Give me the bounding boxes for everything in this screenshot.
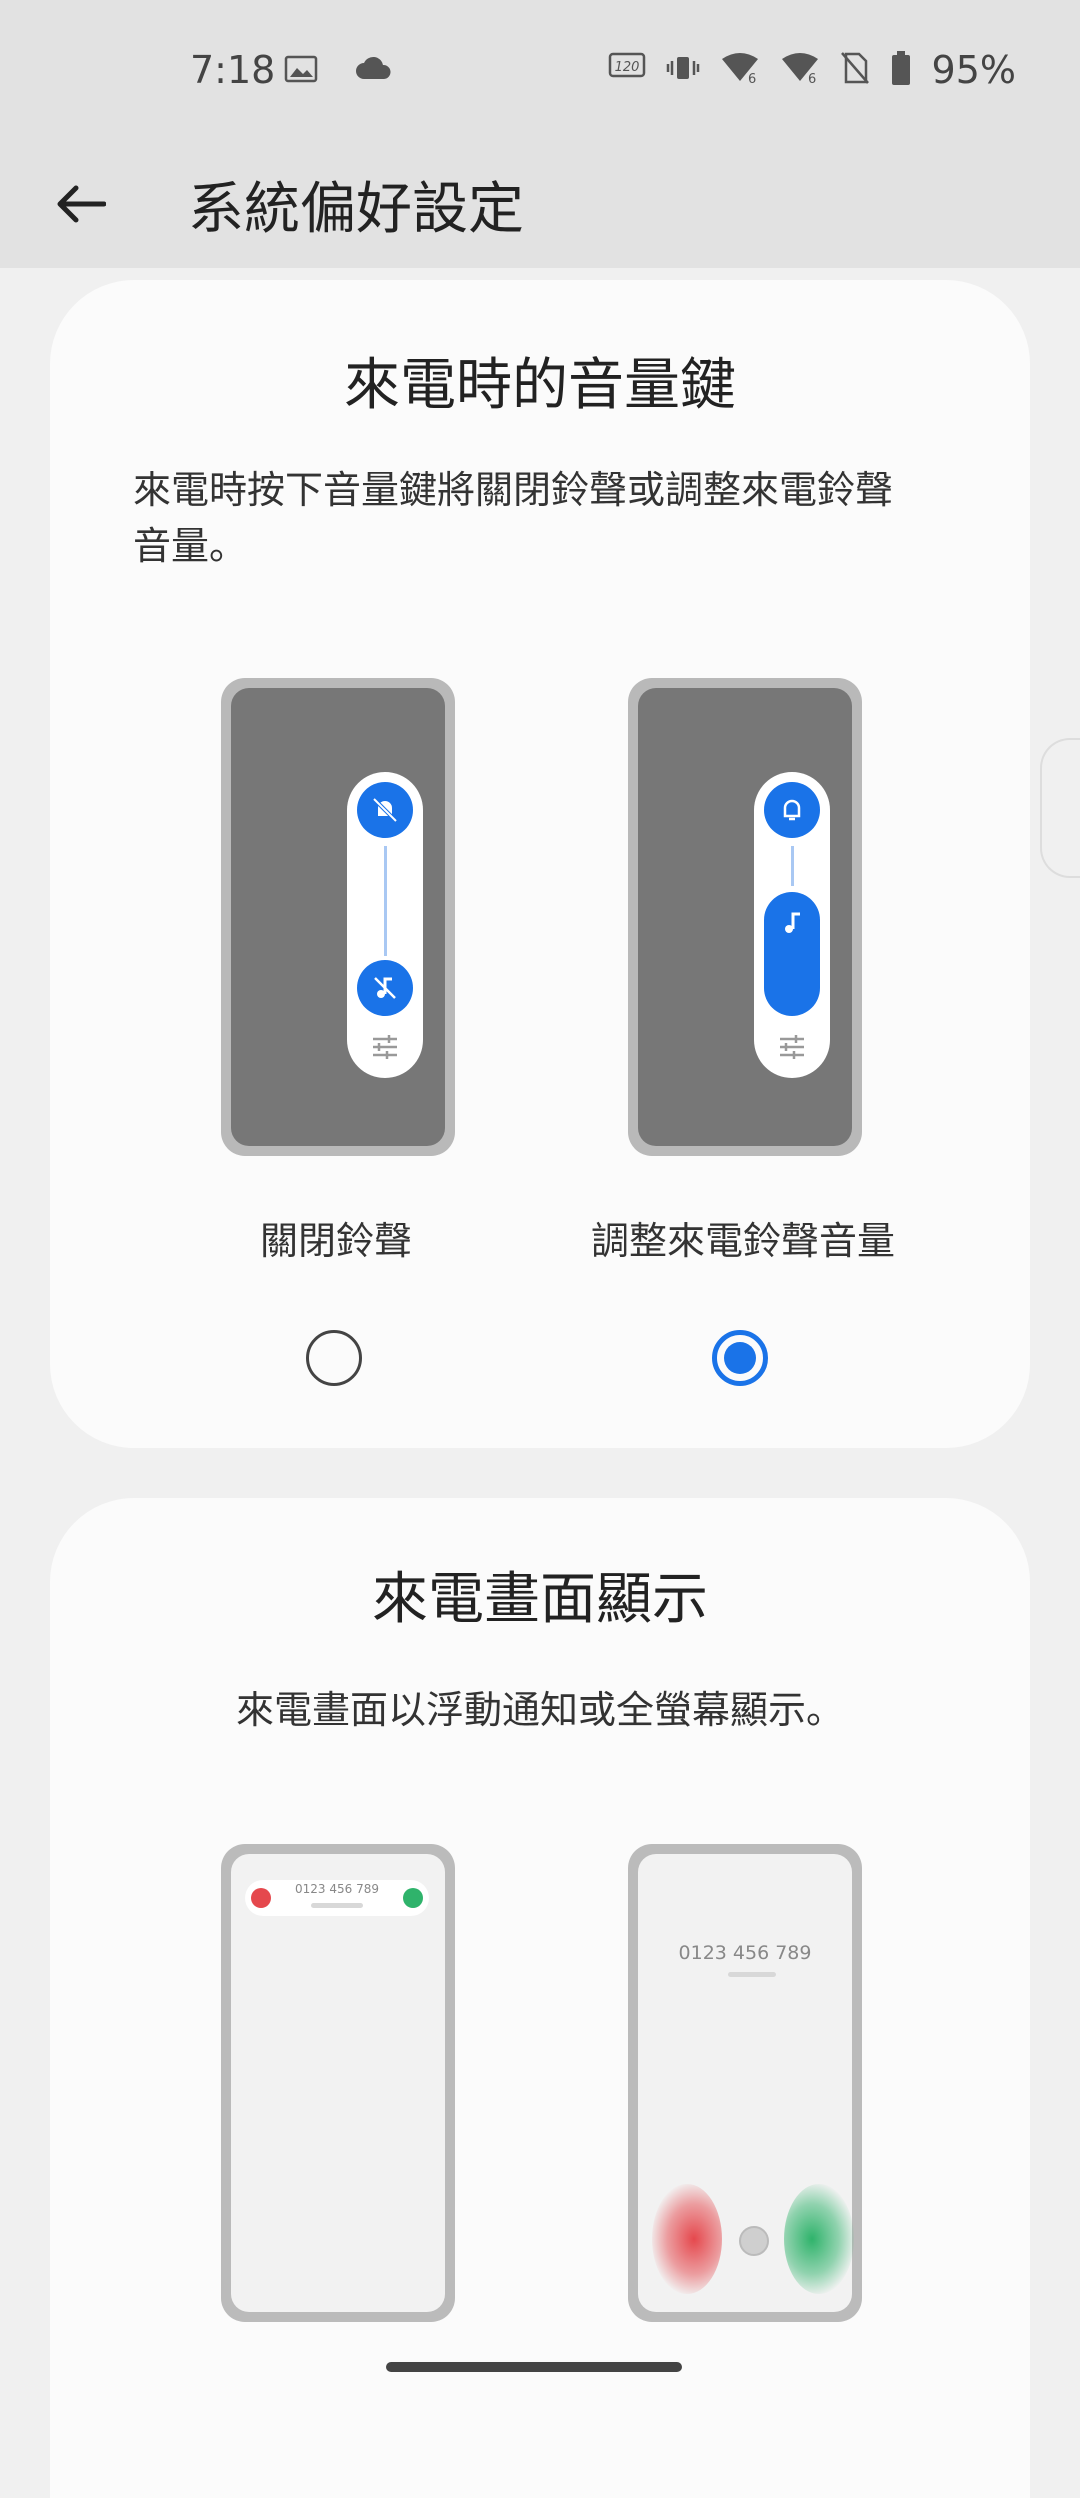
back-button[interactable] [44, 170, 116, 242]
cloud-icon [354, 55, 394, 87]
svg-text:6: 6 [808, 72, 816, 85]
volume-panel [754, 772, 830, 1078]
sliders-icon [777, 1032, 807, 1066]
wifi-6-icon: 6 [720, 51, 760, 89]
bell-icon [764, 782, 820, 838]
volume-panel [347, 772, 423, 1078]
volume-key-title: 來電時的音量鍵 [344, 353, 736, 418]
bell-off-icon [357, 782, 413, 838]
option-mute-label: 關閉鈴聲 [259, 1219, 412, 1263]
music-off-icon [357, 960, 413, 1016]
adjust-volume-preview[interactable] [628, 678, 862, 1156]
svg-text:6: 6 [748, 72, 756, 85]
accept-dot [403, 1888, 423, 1908]
no-sim-icon [840, 51, 870, 89]
option-adjust-label: 調整來電鈴聲音量 [590, 1219, 895, 1263]
battery-icon [890, 50, 912, 90]
incoming-display-description: 來電畫面以浮動通知或全螢幕顯示。 [235, 1688, 844, 1732]
decline-glow [652, 2184, 722, 2294]
edge-panel-handle[interactable] [1040, 738, 1080, 878]
status-bar: 7:18 120 6 6 95% [0, 0, 1080, 150]
arrow-left-icon [54, 184, 107, 228]
volume-key-description-line2: 音量。 [133, 524, 248, 568]
volume-key-description-line1: 來電時按下音量鍵將關閉鈴聲或調整來電鈴聲 [133, 468, 894, 512]
music-note-icon [764, 892, 820, 1016]
full-screen-preview[interactable]: 0123 456 789 [628, 1844, 862, 2322]
preview-number-large: 0123 456 789 [678, 1942, 812, 1964]
incoming-display-card: 來電畫面顯示 來電畫面以浮動通知或全螢幕顯示。 0123 456 789 012… [50, 1498, 1030, 2498]
refresh-rate-icon: 120 [608, 51, 646, 89]
radio-mute[interactable] [306, 1330, 362, 1386]
gesture-nav-bar[interactable] [386, 2362, 682, 2372]
status-time: 7:18 [190, 48, 276, 92]
mute-preview[interactable] [221, 678, 455, 1156]
volume-key-card: 來電時的音量鍵 來電時按下音量鍵將關閉鈴聲或調整來電鈴聲 音量。 關閉鈴聲 調整… [50, 280, 1030, 1448]
sliders-icon [370, 1032, 400, 1066]
answer-knob [739, 2226, 769, 2256]
incoming-display-title: 來電畫面顯示 [372, 1567, 708, 1632]
floating-notification-preview[interactable]: 0123 456 789 [221, 1844, 455, 2322]
app-bar: 系統偏好設定 [0, 150, 1080, 268]
notification-pill: 0123 456 789 [245, 1880, 429, 1916]
battery-percent: 95% [931, 48, 1016, 92]
wifi-6-icon-2: 6 [780, 51, 820, 89]
svg-text:120: 120 [614, 60, 639, 75]
page-title: 系統偏好設定 [188, 177, 524, 242]
preview-number-small: 0123 456 789 [295, 1882, 379, 1896]
radio-adjust-volume[interactable] [712, 1330, 768, 1386]
accept-glow [784, 2184, 854, 2294]
vibrate-icon [666, 53, 700, 87]
gallery-icon [284, 55, 318, 87]
